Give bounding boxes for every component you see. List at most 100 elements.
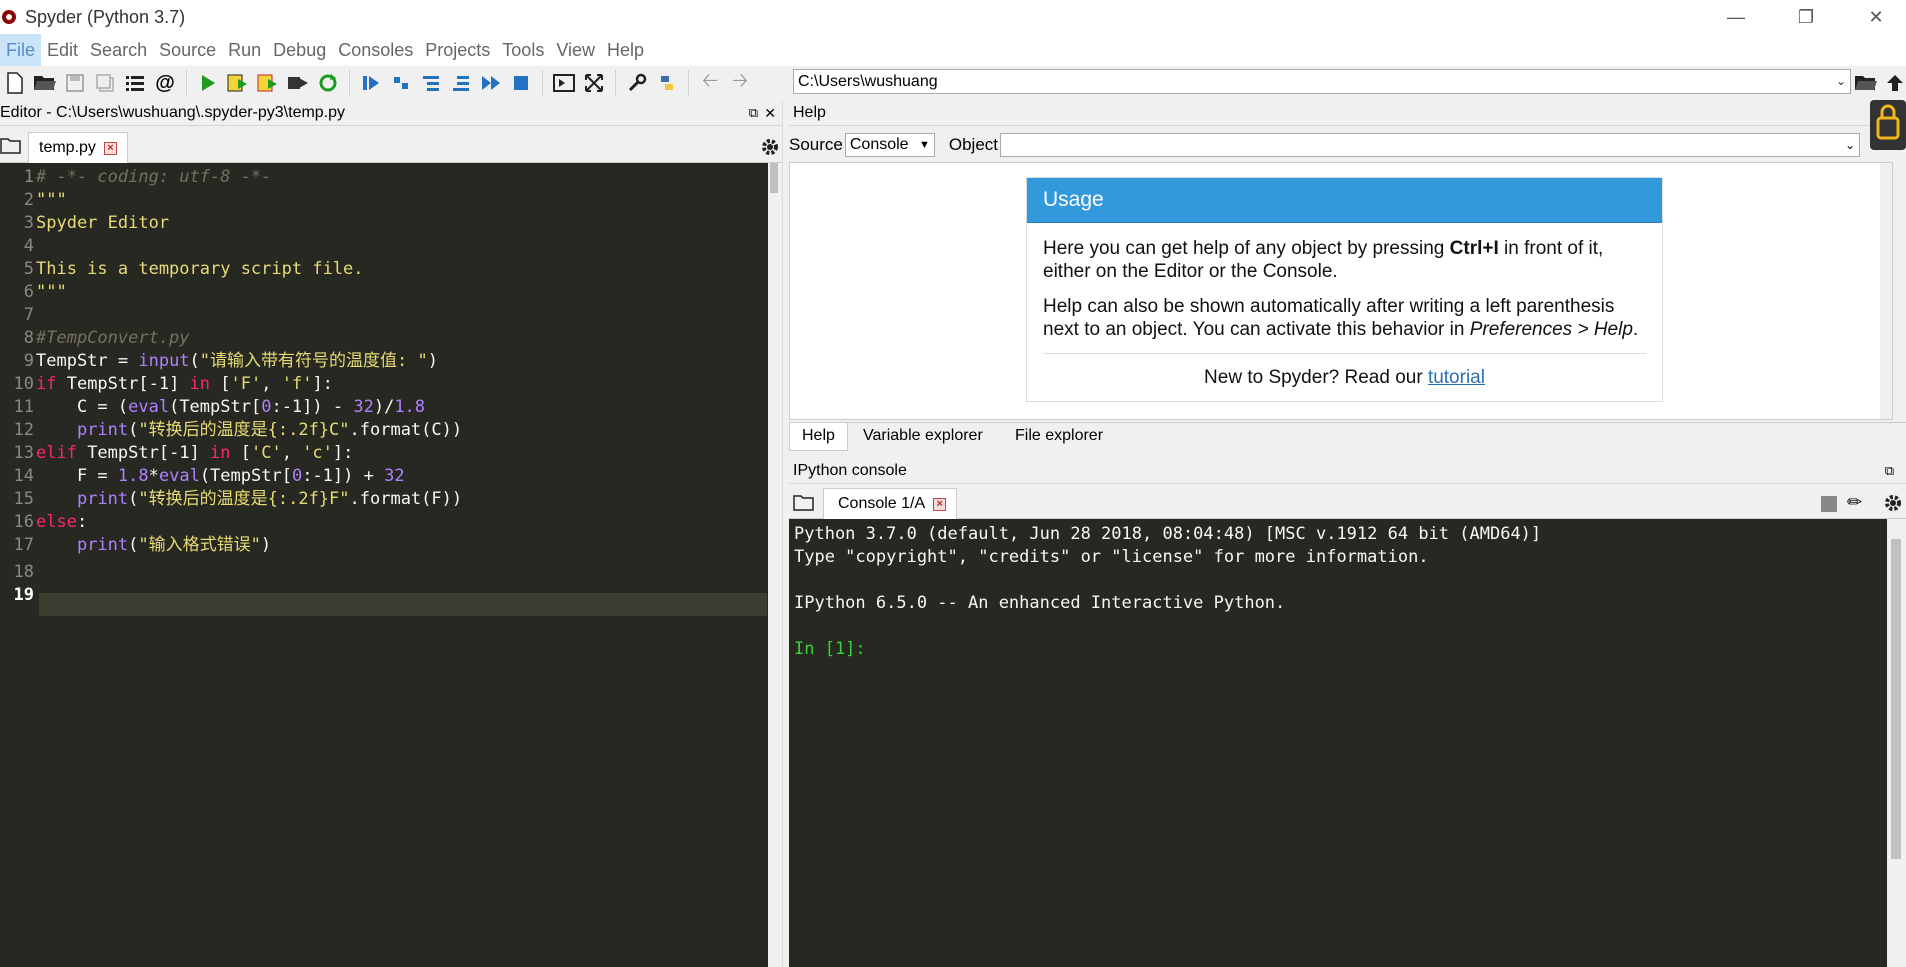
undock-icon[interactable]: ⧉: [749, 100, 758, 126]
maximize-pane-icon[interactable]: [549, 68, 579, 98]
editor-scrollbar[interactable]: [768, 163, 780, 967]
eraser-icon[interactable]: ✏: [1847, 492, 1862, 513]
spyder-logo-icon: [2, 10, 16, 24]
menu-view[interactable]: View: [550, 34, 601, 66]
console-scrollbar[interactable]: [1887, 519, 1906, 967]
browse-tabs-icon[interactable]: [0, 136, 22, 161]
code-editor[interactable]: 1 # -*- coding: utf-8 -*- 2 """ 3 Spyder Ed…: [0, 163, 780, 967]
menu-edit[interactable]: Edit: [41, 34, 84, 66]
save-all-icon[interactable]: [90, 68, 120, 98]
step-return-icon[interactable]: [446, 68, 476, 98]
tab-variable-explorer[interactable]: Variable explorer: [851, 423, 995, 451]
python-path-icon[interactable]: [652, 68, 682, 98]
menu-debug[interactable]: Debug: [267, 34, 332, 66]
menu-file[interactable]: File: [0, 34, 42, 66]
tab-help[interactable]: Help: [789, 423, 848, 451]
editor-scrollbar-thumb[interactable]: [770, 163, 778, 193]
gear-icon[interactable]: [1883, 493, 1903, 518]
at-icon[interactable]: @: [150, 68, 180, 98]
console-prompt[interactable]: In [1]:: [794, 638, 1882, 661]
run-cell-icon[interactable]: [223, 68, 253, 98]
menu-consoles[interactable]: Consoles: [332, 34, 419, 66]
editor-pane-title: Editor - C:\Users\wushuang\.spyder-py3\t…: [0, 100, 782, 126]
menu-projects[interactable]: Projects: [419, 34, 496, 66]
help-tab-bar: Help Variable explorer File explorer: [789, 422, 1906, 451]
tab-close-icon[interactable]: ×: [933, 497, 947, 511]
divider: [1043, 353, 1646, 354]
console-pane-title: IPython console ⧉: [789, 458, 1906, 484]
tab-temp-py[interactable]: temp.py ×: [28, 132, 128, 163]
console-line: Python 3.7.0 (default, Jun 28 2018, 08:0…: [794, 524, 1542, 544]
save-icon[interactable]: [60, 68, 90, 98]
pane-close-icon[interactable]: ✕: [764, 100, 776, 126]
browse-tabs-icon[interactable]: [793, 493, 815, 518]
close-button[interactable]: ✕: [1846, 0, 1906, 34]
chevron-down-icon: ⌄: [1835, 74, 1846, 88]
tutorial-line: New to Spyder? Read our tutorial: [1204, 367, 1485, 388]
working-directory-value: C:\Users\wushuang: [798, 73, 938, 90]
console-line: IPython 6.5.0 -- An enhanced Interactive…: [794, 593, 1286, 613]
stop-icon[interactable]: [506, 68, 536, 98]
menu-source[interactable]: Source: [153, 34, 222, 66]
tutorial-link[interactable]: tutorial: [1428, 367, 1485, 388]
menu-bar: File Edit Search Source Run Debug Consol…: [0, 34, 1906, 66]
toolbar-separator: [186, 70, 187, 96]
console-scrollbar-thumb[interactable]: [1891, 539, 1901, 859]
forward-icon[interactable]: 🡢: [725, 68, 755, 98]
run-selection-icon[interactable]: [283, 68, 313, 98]
preferences-icon[interactable]: [622, 68, 652, 98]
ipython-console[interactable]: Python 3.7.0 (default, Jun 28 2018, 08:0…: [789, 519, 1887, 967]
rerun-icon[interactable]: [313, 68, 343, 98]
minimize-button[interactable]: —: [1706, 0, 1766, 34]
fullscreen-icon[interactable]: [579, 68, 609, 98]
menu-run[interactable]: Run: [222, 34, 267, 66]
object-label: Object: [948, 135, 999, 154]
parent-dir-icon[interactable]: [1880, 68, 1906, 98]
toolbar-separator: [615, 70, 616, 96]
tab-console-1a[interactable]: Console 1/A ×: [823, 488, 958, 519]
run-icon[interactable]: [193, 68, 223, 98]
browse-icon[interactable]: [1851, 68, 1881, 98]
tab-close-icon[interactable]: ×: [103, 141, 117, 155]
working-directory-combo[interactable]: C:\Users\wushuang ⌄: [793, 69, 1851, 94]
code-line: 2 """: [23, 190, 67, 210]
toolbar-separator: [542, 70, 543, 96]
code-line: 7: [23, 305, 34, 325]
code-line: 8 #TempConvert.py: [23, 328, 190, 348]
menu-search[interactable]: Search: [84, 34, 153, 66]
code-line: 3 Spyder Editor: [23, 213, 170, 233]
debug-icon[interactable]: [356, 68, 386, 98]
help-scrollbar[interactable]: [1880, 163, 1892, 419]
step-into-icon[interactable]: [416, 68, 446, 98]
stop-kernel-icon[interactable]: [1821, 496, 1837, 512]
console-tab-bar: Console 1/A × ✏: [789, 488, 1906, 519]
source-combo[interactable]: Console ▼: [844, 133, 935, 157]
menu-tools[interactable]: Tools: [496, 34, 550, 66]
continue-icon[interactable]: [476, 68, 506, 98]
usage-paragraph-2: Help can also be shown automatically aft…: [1043, 296, 1639, 340]
gear-icon[interactable]: [760, 137, 780, 162]
usage-panel: Usage Here you can get help of any objec…: [1026, 177, 1663, 402]
open-file-icon[interactable]: [30, 68, 60, 98]
restore-button[interactable]: ❐: [1776, 0, 1836, 34]
tab-file-explorer[interactable]: File explorer: [1003, 423, 1115, 451]
source-combo-value: Console: [849, 136, 909, 153]
pane-splitter[interactable]: [782, 100, 789, 967]
console-tab-label: Console 1/A: [838, 495, 926, 512]
code-line: 14 F = 1.8*eval(TempStr[0:-1]) + 32: [13, 466, 405, 486]
usage-paragraph-1: Here you can get help of any object by p…: [1043, 238, 1604, 282]
outline-icon[interactable]: [120, 68, 150, 98]
object-input[interactable]: ⌄: [1000, 133, 1861, 157]
run-cell-advance-icon[interactable]: [253, 68, 283, 98]
restore-icon: ❐: [1797, 6, 1815, 27]
close-icon: ✕: [1868, 6, 1884, 27]
code-line: 9 TempStr = input("请输入带有符号的温度值: "): [23, 351, 438, 371]
back-icon[interactable]: 🡠: [695, 68, 725, 98]
new-file-icon[interactable]: [0, 68, 30, 98]
menu-help[interactable]: Help: [601, 34, 650, 66]
step-icon[interactable]: [386, 68, 416, 98]
undock-icon[interactable]: ⧉: [1885, 458, 1894, 484]
code-line: 19: [0, 584, 768, 607]
